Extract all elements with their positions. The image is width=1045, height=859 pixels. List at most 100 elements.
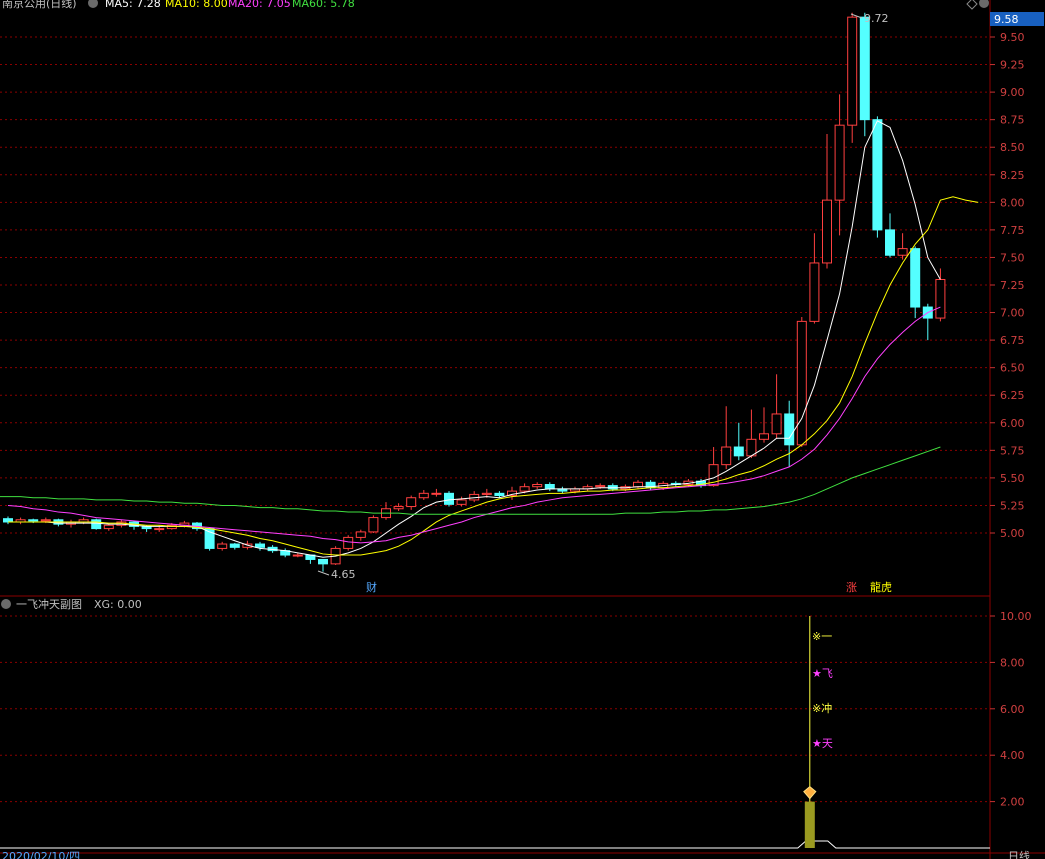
signal-2: ★飞 bbox=[812, 667, 833, 680]
sub-settings-icon[interactable] bbox=[1, 599, 11, 609]
signal-4: ★天 bbox=[812, 737, 833, 750]
candle-down[interactable] bbox=[255, 543, 265, 548]
price-box-value: 9.58 bbox=[994, 13, 1019, 26]
candle-up[interactable] bbox=[532, 484, 543, 488]
y-tick-label: 9.25 bbox=[1000, 59, 1025, 72]
candle-down[interactable] bbox=[885, 229, 895, 256]
candle-up[interactable] bbox=[40, 519, 51, 522]
y-tick-label: 6.25 bbox=[1000, 389, 1025, 402]
y-tick-label: 8.25 bbox=[1000, 169, 1025, 182]
candle-up[interactable] bbox=[897, 248, 908, 256]
y-tick-label: 8.50 bbox=[1000, 141, 1025, 154]
low-price-label: 4.65 bbox=[331, 568, 356, 581]
y-tick-label: 8.75 bbox=[1000, 114, 1025, 127]
signal-bar bbox=[804, 801, 815, 848]
sub-y-tick-label: 4.00 bbox=[1000, 749, 1025, 762]
candle-up[interactable] bbox=[292, 554, 303, 557]
candle-down[interactable] bbox=[733, 446, 744, 457]
y-tick-label: 8.00 bbox=[1000, 196, 1025, 209]
candle-up[interactable] bbox=[103, 524, 114, 530]
settings-icon[interactable] bbox=[88, 0, 98, 8]
sub-baseline bbox=[0, 840, 990, 849]
candle-down[interactable] bbox=[444, 492, 454, 505]
sub-indicator-plot bbox=[0, 616, 990, 849]
candle-up[interactable] bbox=[519, 486, 530, 492]
sub-y-tick-label: 2.00 bbox=[1000, 796, 1025, 809]
candle-up[interactable] bbox=[759, 433, 769, 440]
high-price-label: 9.72 bbox=[864, 12, 889, 25]
candle-up[interactable] bbox=[456, 499, 467, 505]
candle-up[interactable] bbox=[809, 262, 820, 322]
candle-up[interactable] bbox=[847, 16, 858, 126]
y-tick-label: 6.75 bbox=[1000, 334, 1025, 347]
marker-longhu[interactable]: 龍虎 bbox=[870, 580, 892, 594]
candle-up[interactable] bbox=[633, 481, 643, 488]
top-right-icons[interactable] bbox=[966, 0, 989, 10]
candle-down[interactable] bbox=[91, 519, 102, 530]
stock-chart[interactable]: 5.00 5.25 5.50 5.75 6.00 6.25 6.50 6.75 7.00 7.25… bbox=[0, 0, 1045, 859]
candle-down[interactable] bbox=[494, 492, 505, 497]
candle-up[interactable] bbox=[368, 517, 379, 533]
y-tick-label: 5.25 bbox=[1000, 499, 1025, 512]
candle-up[interactable] bbox=[721, 446, 732, 466]
candle-down[interactable] bbox=[872, 119, 883, 231]
marker-zhang[interactable]: 涨 bbox=[846, 581, 857, 594]
sub-y-tick-label: 10.00 bbox=[1000, 610, 1032, 623]
y-tick-label: 7.50 bbox=[1000, 251, 1025, 264]
candle-up[interactable] bbox=[822, 199, 832, 264]
candle-down[interactable] bbox=[607, 485, 618, 490]
y-tick-label: 5.50 bbox=[1000, 472, 1025, 485]
sub-title: 一飞冲天副图 bbox=[16, 597, 82, 611]
ma60-line bbox=[8, 446, 941, 515]
sub-y-tick-label: 8.00 bbox=[1000, 656, 1025, 669]
sub-grid: 2.00 4.00 6.00 8.00 10.00 bbox=[0, 610, 1032, 809]
signal-diamond-icon bbox=[803, 785, 817, 800]
candle-up[interactable] bbox=[154, 528, 165, 531]
sub-header: 一飞冲天副图 XG: 0.00 bbox=[1, 597, 142, 611]
candle-up[interactable] bbox=[343, 536, 354, 549]
collapse-icon[interactable] bbox=[979, 0, 989, 8]
chart-title: 南京公用(日线) bbox=[2, 0, 77, 10]
candle-down[interactable] bbox=[229, 543, 240, 548]
ma60-label: MA60: 5.78 bbox=[292, 0, 355, 10]
candle-up[interactable] bbox=[834, 124, 845, 201]
signal-labels: ※一 ★飞 ※冲 ★天 bbox=[812, 630, 833, 750]
y-tick-label: 5.00 bbox=[1000, 527, 1025, 540]
signal-3: ※冲 bbox=[812, 701, 832, 715]
candlesticks[interactable] bbox=[3, 12, 946, 572]
bottom-period: 日线 bbox=[1008, 849, 1030, 859]
candle-up[interactable] bbox=[393, 506, 404, 510]
candle-up[interactable] bbox=[796, 320, 807, 446]
candle-down[interactable] bbox=[318, 558, 328, 565]
y-tick-label: 7.75 bbox=[1000, 224, 1025, 237]
candle-up[interactable] bbox=[935, 278, 946, 319]
y-tick-label: 6.00 bbox=[1000, 417, 1025, 430]
candle-up[interactable] bbox=[418, 492, 429, 499]
candle-down[interactable] bbox=[910, 248, 921, 308]
y-tick-label: 6.50 bbox=[1000, 362, 1025, 375]
candle-up[interactable] bbox=[217, 543, 228, 549]
moving-average-lines bbox=[0, 13, 979, 576]
ma20-label: MA20: 7.05 bbox=[228, 0, 291, 10]
y-tick-label: 9.00 bbox=[1000, 86, 1025, 99]
low-arrow bbox=[317, 570, 330, 576]
candle-up[interactable] bbox=[771, 413, 782, 435]
candle-down[interactable] bbox=[859, 16, 870, 121]
marker-cai[interactable]: 财 bbox=[366, 580, 377, 594]
candle-up[interactable] bbox=[595, 485, 606, 488]
diamond-icon[interactable] bbox=[966, 0, 978, 10]
candle-down[interactable] bbox=[784, 413, 795, 446]
candle-up[interactable] bbox=[355, 531, 366, 538]
y-tick-label: 5.75 bbox=[1000, 444, 1025, 457]
xg-value: XG: 0.00 bbox=[94, 598, 142, 611]
y-tick-label: 9.50 bbox=[1000, 31, 1025, 44]
ma10-label: MA10: 8.00 bbox=[165, 0, 228, 10]
candle-down[interactable] bbox=[28, 519, 39, 522]
y-tick-label: 7.25 bbox=[1000, 279, 1025, 292]
candle-up[interactable] bbox=[431, 492, 442, 495]
y-tick-label: 7.00 bbox=[1000, 307, 1025, 320]
sub-y-tick-label: 6.00 bbox=[1000, 703, 1025, 716]
candle-up[interactable] bbox=[481, 492, 492, 495]
candle-down[interactable] bbox=[544, 484, 555, 490]
candle-up[interactable] bbox=[406, 497, 417, 508]
